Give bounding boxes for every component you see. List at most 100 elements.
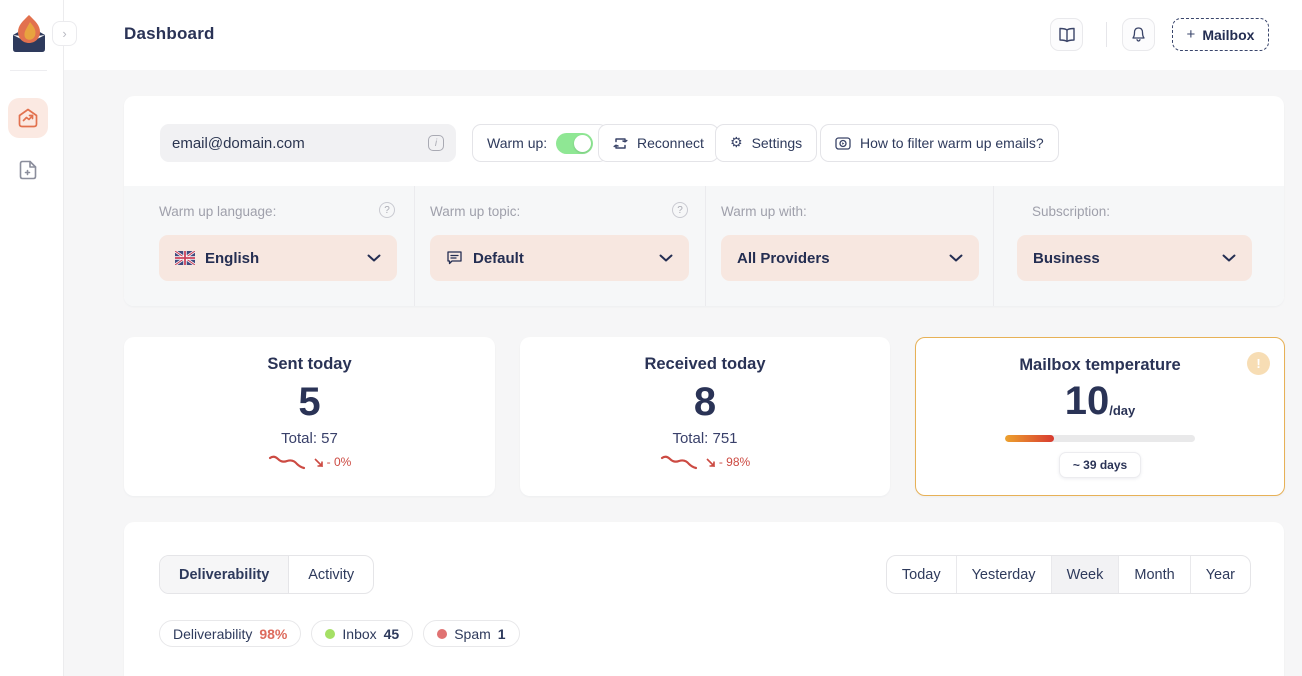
sent-today-value: 5 bbox=[124, 382, 495, 422]
inbox-dot-icon bbox=[325, 629, 335, 639]
warmup-toggle[interactable] bbox=[556, 133, 593, 154]
warmup-toggle-group: Warm up: bbox=[472, 124, 608, 162]
range-year[interactable]: Year bbox=[1190, 556, 1250, 593]
range-today[interactable]: Today bbox=[887, 556, 956, 593]
deliverability-badge-value: 98% bbox=[259, 626, 287, 642]
mailbox-temperature-card: ! Mailbox temperature 10 /day ~ 39 days bbox=[915, 337, 1285, 496]
bell-icon bbox=[1130, 26, 1147, 43]
inbox-badge-label: Inbox bbox=[342, 626, 376, 642]
file-plus-icon bbox=[16, 158, 40, 182]
temperature-progress-fill bbox=[1005, 435, 1054, 442]
spam-badge-label: Spam bbox=[454, 626, 491, 642]
reconnect-label: Reconnect bbox=[637, 135, 704, 151]
days-remaining-badge: ~ 39 days bbox=[1059, 452, 1141, 478]
temperature-value-row: 10 /day bbox=[916, 381, 1284, 421]
warmup-options-band: Warm up language: ? English bbox=[124, 186, 1284, 306]
uk-flag-icon bbox=[175, 251, 195, 265]
settings-button[interactable]: ⚙ Settings bbox=[715, 124, 817, 162]
band-divider bbox=[414, 186, 415, 306]
sidebar: › bbox=[0, 0, 64, 676]
warmup-with-dropdown[interactable]: All Providers bbox=[721, 235, 979, 281]
received-today-value: 8 bbox=[520, 382, 890, 422]
deliverability-badge[interactable]: Deliverability 98% bbox=[159, 620, 301, 647]
notifications-button[interactable] bbox=[1122, 18, 1155, 51]
sidebar-divider bbox=[10, 70, 47, 71]
trend-sparkline-icon bbox=[268, 453, 310, 471]
tab-activity[interactable]: Activity bbox=[289, 556, 373, 593]
sidebar-item-dashboard[interactable] bbox=[8, 98, 48, 138]
analytics-panel: Deliverability Activity Today Yesterday … bbox=[124, 522, 1284, 676]
warmup-language-dropdown[interactable]: English bbox=[159, 235, 397, 281]
help-icon[interactable]: ? bbox=[672, 202, 688, 218]
header-divider bbox=[1106, 22, 1107, 47]
warmup-language-label: Warm up language: bbox=[159, 204, 276, 219]
how-to-filter-label: How to filter warm up emails? bbox=[860, 135, 1044, 151]
received-trend-pct: - 98% bbox=[719, 455, 750, 469]
sidebar-collapse-button[interactable]: › bbox=[52, 21, 77, 46]
tab-deliverability[interactable]: Deliverability bbox=[160, 556, 289, 593]
add-mailbox-button[interactable]: + Mailbox bbox=[1172, 18, 1269, 51]
info-icon: i bbox=[428, 135, 444, 151]
docs-button[interactable] bbox=[1050, 18, 1083, 51]
chat-bubble-icon bbox=[446, 250, 463, 266]
header: Dashboard + Mailbox bbox=[64, 0, 1302, 70]
mailbox-settings-card: email@domain.com i Warm up: Reconnect ⚙ … bbox=[124, 96, 1284, 306]
add-mailbox-label: Mailbox bbox=[1202, 27, 1254, 43]
inbox-badge-value: 45 bbox=[384, 626, 400, 642]
gear-icon: ⚙ bbox=[730, 136, 743, 150]
how-to-filter-button[interactable]: How to filter warm up emails? bbox=[820, 124, 1059, 162]
warmup-topic-value: Default bbox=[473, 250, 649, 267]
video-tutorial-icon bbox=[835, 136, 851, 150]
settings-label: Settings bbox=[752, 135, 803, 151]
warmup-language-value: English bbox=[205, 250, 357, 267]
temperature-value: 10 bbox=[1065, 381, 1110, 421]
home-chart-icon bbox=[16, 106, 40, 130]
legend-badges: Deliverability 98% Inbox 45 Spam 1 bbox=[159, 620, 520, 647]
trend-down-arrow-icon bbox=[314, 458, 323, 467]
trend-down-arrow-icon bbox=[706, 458, 715, 467]
spam-badge-value: 1 bbox=[498, 626, 506, 642]
received-today-card: Received today 8 Total: 751 - 98% bbox=[520, 337, 890, 496]
chevron-down-icon bbox=[949, 254, 963, 262]
sidebar-item-add-report[interactable] bbox=[8, 150, 48, 190]
help-icon[interactable]: ? bbox=[379, 202, 395, 218]
warmup-toggle-label: Warm up: bbox=[487, 135, 547, 151]
chevron-right-icon: › bbox=[62, 26, 66, 41]
temperature-unit: /day bbox=[1109, 404, 1135, 417]
warning-icon[interactable]: ! bbox=[1247, 352, 1270, 375]
analytics-tabs: Deliverability Activity bbox=[159, 555, 374, 594]
spam-badge[interactable]: Spam 1 bbox=[423, 620, 519, 647]
received-trend: - 98% bbox=[520, 453, 890, 471]
warmup-topic-dropdown[interactable]: Default bbox=[430, 235, 689, 281]
range-month[interactable]: Month bbox=[1118, 556, 1189, 593]
warmup-topic-label: Warm up topic: bbox=[430, 204, 520, 219]
band-divider bbox=[993, 186, 994, 306]
app-logo-flame-icon bbox=[9, 13, 49, 55]
temperature-title: Mailbox temperature bbox=[916, 356, 1284, 375]
email-value: email@domain.com bbox=[172, 135, 428, 152]
subscription-dropdown[interactable]: Business bbox=[1017, 235, 1252, 281]
subscription-value: Business bbox=[1033, 250, 1212, 267]
reconnect-button[interactable]: Reconnect bbox=[598, 124, 719, 162]
sent-today-title: Sent today bbox=[124, 355, 495, 374]
chevron-down-icon bbox=[659, 254, 673, 262]
email-input[interactable]: email@domain.com i bbox=[160, 124, 456, 162]
range-yesterday[interactable]: Yesterday bbox=[956, 556, 1051, 593]
warmup-with-label: Warm up with: bbox=[721, 204, 807, 219]
deliverability-badge-label: Deliverability bbox=[173, 626, 252, 642]
received-today-total: Total: 751 bbox=[520, 430, 890, 447]
sent-today-total: Total: 57 bbox=[124, 430, 495, 447]
warmup-with-value: All Providers bbox=[737, 250, 939, 267]
temperature-progress-bar bbox=[1005, 435, 1195, 442]
toggle-knob bbox=[574, 135, 591, 152]
inbox-badge[interactable]: Inbox 45 bbox=[311, 620, 413, 647]
range-week[interactable]: Week bbox=[1051, 556, 1119, 593]
spam-dot-icon bbox=[437, 629, 447, 639]
sent-trend-pct: - 0% bbox=[327, 455, 352, 469]
received-today-title: Received today bbox=[520, 355, 890, 374]
chevron-down-icon bbox=[367, 254, 381, 262]
sent-today-card: Sent today 5 Total: 57 - 0% bbox=[124, 337, 495, 496]
subscription-label: Subscription: bbox=[1032, 204, 1110, 219]
band-divider bbox=[705, 186, 706, 306]
app-screen: › Dashboard bbox=[0, 0, 1302, 676]
